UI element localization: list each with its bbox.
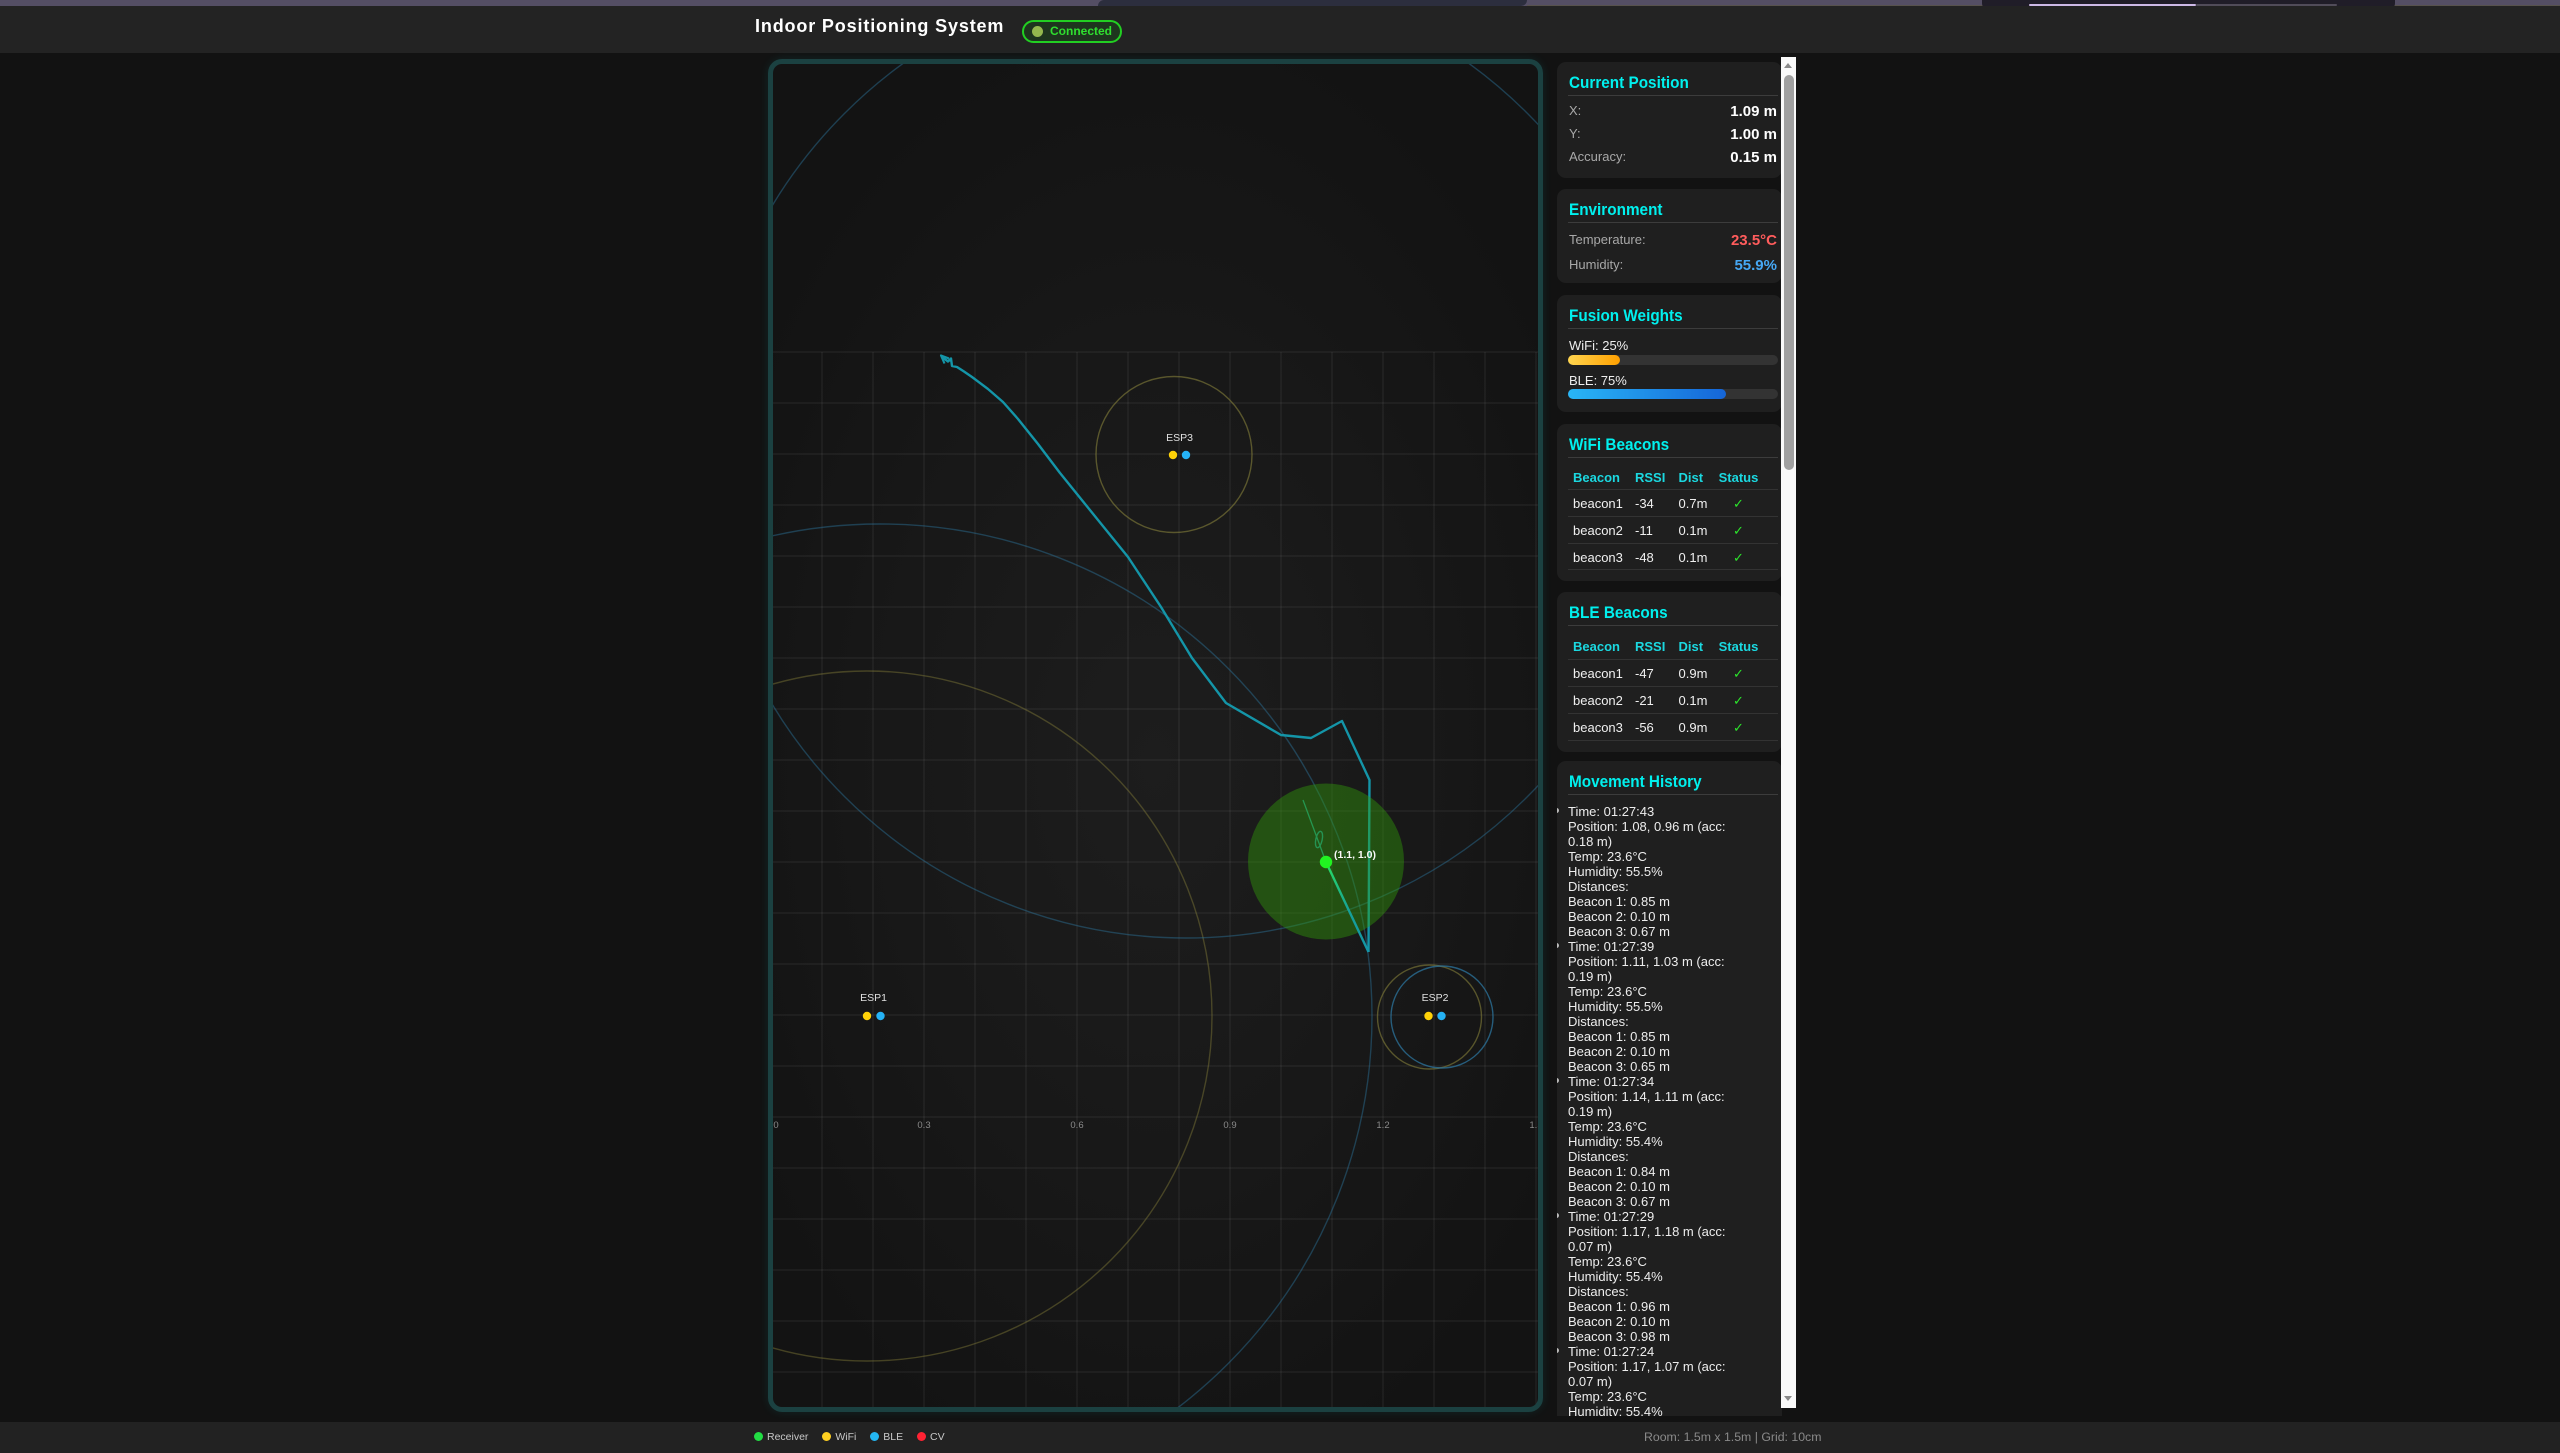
svg-text:0.6: 0.6 xyxy=(1070,1120,1083,1131)
svg-text:ESP1: ESP1 xyxy=(860,992,887,1004)
svg-text:ESP2: ESP2 xyxy=(1422,992,1449,1004)
svg-text:0.3: 0.3 xyxy=(917,1120,930,1131)
svg-text:1.2: 1.2 xyxy=(1376,1120,1389,1131)
svg-text:(1.1, 1.0): (1.1, 1.0) xyxy=(1334,849,1376,861)
svg-text:0.9: 0.9 xyxy=(1223,1120,1236,1131)
svg-text:1.5: 1.5 xyxy=(1529,1120,1542,1131)
svg-text:0: 0 xyxy=(773,1120,778,1131)
svg-text:ESP3: ESP3 xyxy=(1166,432,1193,444)
